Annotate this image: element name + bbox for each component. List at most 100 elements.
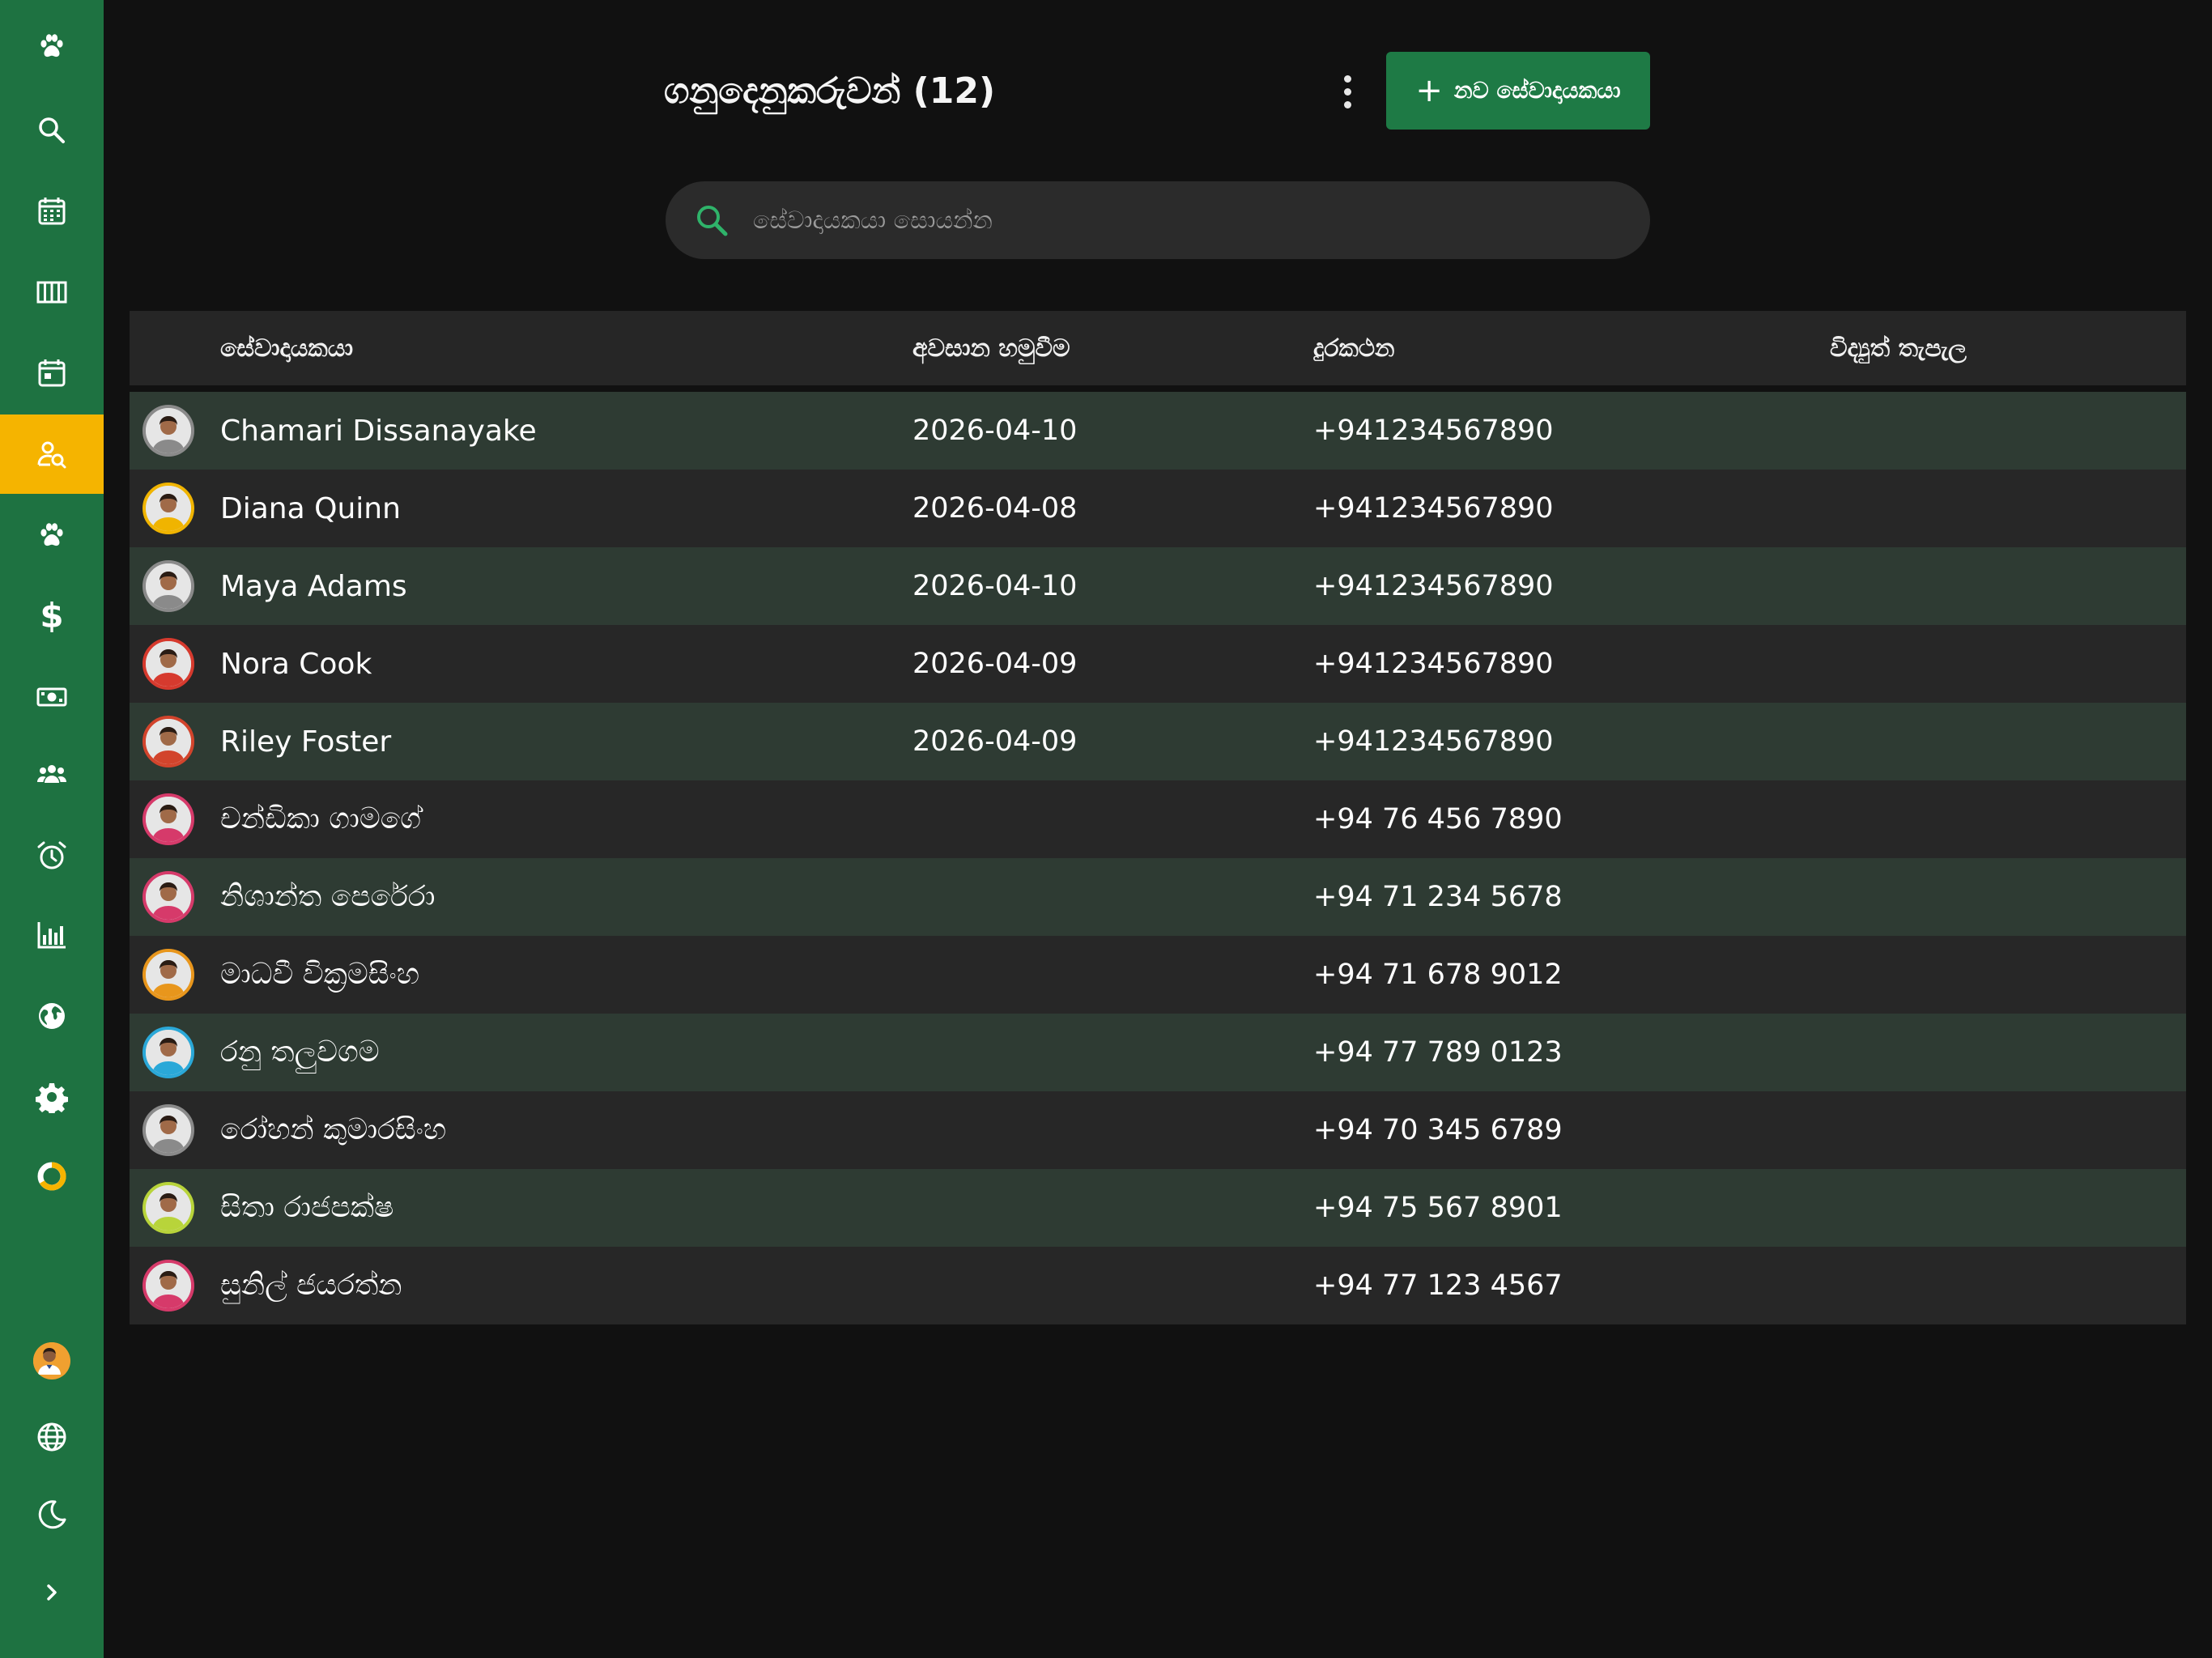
add-client-label: නව සේවාදායකයා	[1453, 77, 1621, 104]
phone-number: +94 75 567 8901	[1313, 1192, 1563, 1224]
avatar	[143, 793, 194, 845]
phone-number: +94 70 345 6789	[1313, 1114, 1563, 1146]
column-header-client[interactable]: සේවාදායකයා	[220, 334, 353, 363]
search-bar[interactable]	[666, 181, 1650, 259]
sidebar-item-pets[interactable]	[0, 495, 104, 575]
sidebar-item-reminders[interactable]	[0, 816, 104, 895]
column-header-email[interactable]: විද්‍යුත් තැපැල	[1830, 334, 1967, 363]
calendar-grid-icon	[38, 198, 66, 225]
sidebar-item-search[interactable]	[0, 91, 104, 170]
table-row[interactable]: Maya Adams 2026-04-10 +941234567890	[130, 547, 2186, 625]
sidebar-item-reports[interactable]	[0, 895, 104, 975]
avatar	[143, 1260, 194, 1312]
columns-icon	[36, 281, 67, 304]
avatar	[143, 949, 194, 1001]
last-visit-date: 2026-04-09	[912, 648, 1078, 680]
clients-table: සේවාදායකයා අවසාන හමුවීම දුරකථන විද්‍යුත්…	[130, 311, 2186, 1324]
table-row[interactable]: මාධවී වික්‍රමසිංහ +94 71 678 9012	[130, 936, 2186, 1014]
search-icon	[39, 117, 65, 143]
last-visit-date: 2026-04-10	[912, 414, 1078, 447]
avatar	[33, 1342, 70, 1380]
page-title: ගනුදෙනුකරුවන් (12)	[664, 70, 996, 112]
table-row[interactable]: සුනිල් ජයරත්න +94 77 123 4567	[130, 1247, 2186, 1324]
sidebar: $	[0, 0, 104, 1658]
client-name: Nora Cook	[220, 647, 372, 681]
column-header-last-visit[interactable]: අවසාන හමුවීම	[912, 334, 1070, 363]
last-visit-date: 2026-04-10	[912, 570, 1078, 602]
settings-gear-icon	[36, 1083, 68, 1113]
sidebar-item-clients[interactable]	[0, 414, 104, 494]
client-name: රෝහන් කුමාරසිංහ	[220, 1113, 447, 1146]
banknote-icon	[36, 687, 67, 707]
client-name: සිතා රාජපක්ෂ	[220, 1191, 394, 1224]
user-search-icon	[37, 441, 66, 469]
sidebar-item-staff[interactable]	[0, 735, 104, 814]
phone-number: +94 71 678 9012	[1313, 959, 1563, 991]
plus-icon: +	[1415, 72, 1443, 109]
avatar	[143, 483, 194, 534]
more-options-button[interactable]	[1329, 66, 1365, 117]
globe-filled-icon	[39, 1003, 65, 1029]
avatar	[143, 405, 194, 457]
last-visit-date: 2026-04-09	[912, 725, 1078, 758]
table-row[interactable]: Riley Foster 2026-04-09 +941234567890	[130, 703, 2186, 780]
client-name: චන්ඩිකා ගාමගේ	[220, 802, 422, 835]
phone-number: +94 77 123 4567	[1313, 1269, 1563, 1302]
sidebar-item-status[interactable]	[0, 1137, 104, 1216]
bar-chart-icon	[37, 922, 66, 949]
progress-ring-icon	[37, 1162, 66, 1191]
client-name: Diana Quinn	[220, 491, 401, 525]
sidebar-language-button[interactable]	[0, 1397, 104, 1477]
sidebar-item-pricing[interactable]: $	[0, 576, 104, 656]
paw-logo-icon	[40, 34, 63, 57]
client-name: සුනිල් ජයරත්න	[220, 1269, 402, 1302]
table-row[interactable]: Nora Cook 2026-04-09 +941234567890	[130, 625, 2186, 703]
phone-number: +941234567890	[1313, 492, 1554, 525]
avatar	[143, 1104, 194, 1156]
sidebar-expand-button[interactable]	[0, 1553, 104, 1632]
dollar-icon: $	[40, 596, 64, 636]
phone-number: +941234567890	[1313, 570, 1554, 602]
phone-number: +941234567890	[1313, 725, 1554, 758]
phone-number: +94 71 234 5678	[1313, 881, 1563, 913]
phone-number: +94 76 456 7890	[1313, 803, 1563, 835]
avatar	[143, 871, 194, 923]
avatar	[143, 716, 194, 767]
sidebar-item-calendar[interactable]	[0, 172, 104, 251]
chevron-right-icon	[47, 1584, 57, 1601]
client-name: මාධවී වික්‍රමසිංහ	[220, 958, 420, 991]
users-group-icon	[37, 765, 66, 783]
table-row[interactable]: චන්ඩිකා ගාමගේ +94 76 456 7890	[130, 780, 2186, 858]
sidebar-item-payments[interactable]	[0, 657, 104, 737]
table-row[interactable]: නිශාන්ත පෙරේරා +94 71 234 5678	[130, 858, 2186, 936]
more-vertical-icon	[1343, 74, 1351, 83]
moon-icon	[38, 1500, 66, 1529]
table-row[interactable]: සිතා රාජපක්ෂ +94 75 567 8901	[130, 1169, 2186, 1247]
search-input[interactable]	[751, 188, 1650, 253]
table-row[interactable]: රෝහන් කුමාරසිංහ +94 70 345 6789	[130, 1091, 2186, 1169]
table-row[interactable]: Diana Quinn 2026-04-08 +941234567890	[130, 470, 2186, 547]
sidebar-theme-toggle[interactable]	[0, 1475, 104, 1554]
column-header-phone[interactable]: දුරකථන	[1313, 334, 1394, 363]
client-name: Riley Foster	[220, 725, 392, 759]
phone-number: +94 77 789 0123	[1313, 1036, 1563, 1069]
client-name: Maya Adams	[220, 569, 407, 603]
search-icon	[697, 206, 728, 236]
client-name: නිශාන්ත පෙරේරා	[220, 880, 436, 913]
sidebar-user-avatar[interactable]	[0, 1321, 104, 1401]
paw-icon	[40, 523, 63, 546]
last-visit-date: 2026-04-08	[912, 492, 1078, 525]
table-row[interactable]: රනු තලුවගම +94 77 789 0123	[130, 1014, 2186, 1091]
more-vertical-icon-dot	[1343, 100, 1351, 108]
sidebar-item-board[interactable]	[0, 253, 104, 332]
table-row[interactable]: Chamari Dissanayake 2026-04-10 +9412345678…	[130, 392, 2186, 470]
sidebar-item-settings[interactable]	[0, 1057, 104, 1137]
add-client-button[interactable]: + නව සේවාදායකයා	[1386, 52, 1650, 130]
avatar	[143, 638, 194, 690]
more-vertical-icon-dot	[1343, 87, 1351, 96]
sidebar-item-appointments[interactable]	[0, 334, 104, 413]
sidebar-item-online[interactable]	[0, 976, 104, 1056]
avatar	[143, 560, 194, 612]
sidebar-item-home-logo[interactable]	[0, 6, 104, 86]
phone-number: +941234567890	[1313, 414, 1554, 447]
